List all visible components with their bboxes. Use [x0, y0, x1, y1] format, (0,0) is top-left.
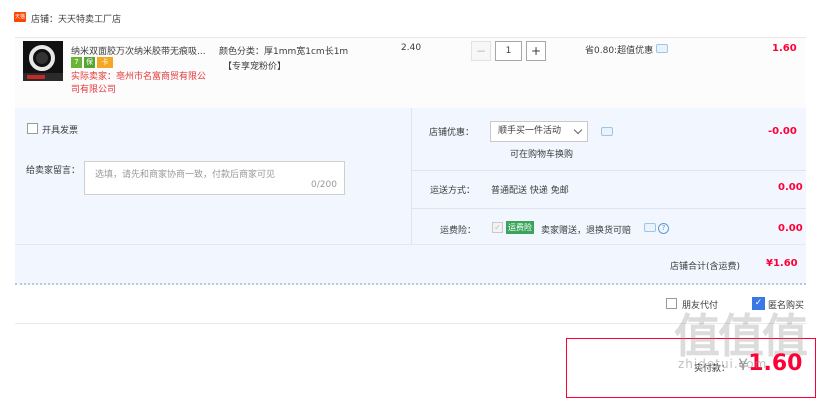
product-thumbnail[interactable]	[23, 41, 63, 81]
promo-hint: 可在购物车换购	[510, 150, 574, 160]
insurance-help: ?	[644, 223, 669, 235]
divider	[412, 170, 806, 171]
help-icon[interactable]: ?	[658, 223, 669, 234]
7day-return-icon: 7	[71, 57, 82, 68]
quantity-increase-button[interactable]: +	[526, 41, 546, 61]
item-subtotal: 1.60	[772, 43, 797, 54]
shop-total-value: ¥1.60	[766, 258, 798, 269]
unit-price: 2.40	[401, 43, 422, 53]
insurance-amount: 0.00	[778, 223, 803, 234]
insurance-label: 运费险：	[440, 226, 477, 236]
chevron-down-icon	[573, 125, 583, 135]
shop-promo-label: 店铺优惠：	[429, 128, 475, 138]
chat-bubble-icon[interactable]	[601, 127, 613, 136]
seller-name-cont: 司有限公司	[71, 85, 117, 95]
shipping-amount: 0.00	[778, 182, 803, 193]
insurance-checkbox: ✓	[492, 222, 503, 233]
tmall-shop-icon: 天猫	[14, 12, 26, 22]
shipping-method: 普通配送 快递 免邮	[491, 186, 569, 196]
discount-text: 省0.80:超值优惠	[585, 46, 654, 56]
quantity-decrease-button[interactable]: −	[471, 41, 491, 61]
sku-color: 颜色分类：厚1mm宽1cm长1m	[219, 47, 349, 57]
message-char-count: 0/200	[311, 180, 337, 190]
invoice-label[interactable]: 开具发票	[42, 123, 78, 136]
watermark-url: zhidetui.com	[678, 357, 768, 371]
shop-name[interactable]: 店铺：天天特卖工厂店	[31, 12, 121, 25]
message-label: 给卖家留言：	[26, 166, 81, 176]
product-title[interactable]: 纳米双面胶万次纳米胶带无痕吸...	[71, 44, 211, 57]
seller-info: 实际卖家：亳州市名富商贸有限公 司有限公司	[71, 71, 221, 97]
guarantee-icon: 保	[84, 57, 95, 68]
divider	[412, 208, 806, 209]
service-badges: 7保卡	[71, 57, 115, 68]
invoice-checkbox[interactable]	[27, 123, 38, 134]
insurance-description: 卖家赠送，退换货可赔	[541, 226, 632, 236]
seller-label: 实际卖家：	[71, 72, 117, 82]
shop-promo-selected: 顺手买一件活动	[498, 126, 562, 136]
discount-info: 省0.80:超值优惠	[585, 43, 668, 56]
divider	[411, 108, 412, 244]
sku-tag: 【专享宠粉价】	[223, 62, 287, 72]
shop-promo-select[interactable]: 顺手买一件活动	[490, 121, 588, 142]
chat-bubble-icon[interactable]	[655, 44, 668, 53]
insurance-tag: 运费险	[506, 221, 534, 234]
promo-amount: -0.00	[768, 126, 797, 137]
chat-bubble-icon[interactable]	[644, 223, 656, 232]
card-icon: 卡	[97, 57, 113, 68]
shop-total-label: 店铺合计(含运费)	[670, 262, 741, 272]
seller-name: 亳州市名富商贸有限公	[116, 72, 207, 82]
message-placeholder: 选填，请先和商家协商一致，付款后商家可见	[95, 170, 276, 180]
quantity-input[interactable]: 1	[495, 41, 522, 61]
shipping-label: 运送方式：	[430, 186, 476, 196]
